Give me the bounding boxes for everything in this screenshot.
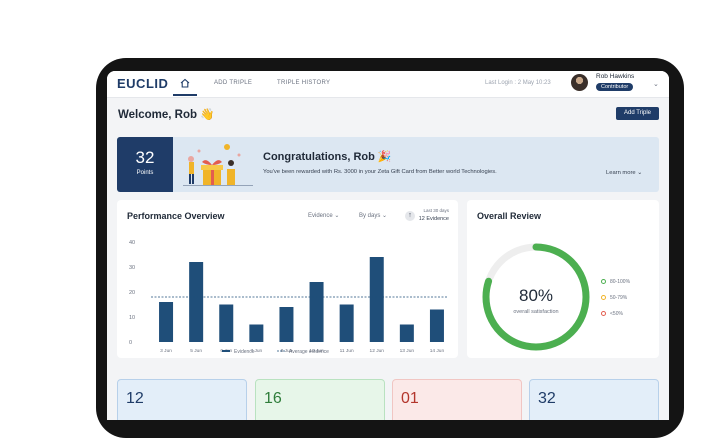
legend-dot-low xyxy=(601,311,606,316)
home-icon xyxy=(180,78,190,88)
legend-evidence-swatch xyxy=(222,350,230,352)
user-avatar[interactable] xyxy=(571,74,588,91)
last-login-text: Last Login : 2 May 10:23 xyxy=(485,80,551,86)
performance-title: Performance Overview xyxy=(127,211,225,221)
stat-value: 01 xyxy=(401,390,419,407)
range-label: Last 30 days xyxy=(423,208,449,213)
legend-dot-high xyxy=(601,279,606,284)
stat-value: 32 xyxy=(538,390,556,407)
stat-value: 16 xyxy=(264,390,282,407)
satisfaction-caption: overall satisfaction xyxy=(513,309,558,315)
legend-evidence-label: Evidence xyxy=(234,349,255,355)
performance-overview-card: Performance Overview Evidence ⌄ By days … xyxy=(117,200,458,358)
chart-bar xyxy=(339,304,354,342)
satisfaction-ring: 80% overall satisfaction xyxy=(482,243,590,351)
top-navigation-bar: EUCLID ADD TRIPLE TRIPLE HISTORY Last Lo… xyxy=(107,71,669,98)
points-value: 32 xyxy=(135,148,155,167)
app-screen: EUCLID ADD TRIPLE TRIPLE HISTORY Last Lo… xyxy=(107,71,669,420)
stat-value: 12 xyxy=(126,390,144,407)
chart-bar xyxy=(429,309,444,342)
chevron-down-icon[interactable]: ⌄ xyxy=(653,80,659,88)
chart-bar xyxy=(189,262,204,342)
x-tick-label: 3 Jun xyxy=(160,348,172,354)
period-dropdown-value: By days xyxy=(359,213,381,219)
overall-review-card: Overall Review 80% overall satisfaction … xyxy=(467,200,659,358)
stat-card-2[interactable]: 16 xyxy=(255,379,385,420)
reward-message: You've been rewarded with Rs. 3000 in yo… xyxy=(263,169,497,175)
legend-low-label: <50% xyxy=(610,311,623,317)
legend-mid-label: 50-79% xyxy=(610,295,628,301)
learn-more-label: Learn more xyxy=(606,170,636,176)
chart-bar xyxy=(369,257,384,342)
nav-triple-history[interactable]: TRIPLE HISTORY xyxy=(277,80,330,86)
sort-arrow-icon[interactable]: ↑ xyxy=(405,211,415,221)
x-tick-label: 12 Jun xyxy=(370,348,385,354)
app-logo[interactable]: EUCLID xyxy=(117,76,168,91)
x-tick-label: 14 Jun xyxy=(430,348,445,354)
chart-bar xyxy=(249,324,264,342)
performance-bar-chart: 0102030403 Jun5 Jun6 Jun7 Jun8 Jun10 Jun… xyxy=(129,240,448,355)
y-tick-label: 10 xyxy=(129,315,135,321)
chart-bar xyxy=(159,302,174,342)
x-tick-label: 13 Jun xyxy=(400,348,415,354)
home-tab[interactable] xyxy=(173,74,197,96)
range-value: 12 Evidence xyxy=(418,216,449,222)
x-tick-label: 5 Jun xyxy=(190,348,202,354)
gift-illustration-icon xyxy=(183,144,253,186)
y-tick-label: 0 xyxy=(129,340,132,346)
points-box: 32 Points xyxy=(117,137,173,192)
satisfaction-percent: 80% xyxy=(519,286,553,305)
points-label: Points xyxy=(136,170,154,176)
chart-bar xyxy=(279,307,294,342)
chart-bar xyxy=(399,324,414,342)
y-tick-label: 30 xyxy=(129,265,135,271)
reward-banner: 32 Points Congratulations, Rob 🎉 You've … xyxy=(117,137,659,192)
chevron-down-icon: ⌄ xyxy=(382,213,388,219)
metric-dropdown[interactable]: Evidence ⌄ xyxy=(308,212,339,219)
y-tick-label: 20 xyxy=(129,290,135,296)
chevron-down-icon: ⌄ xyxy=(637,170,643,176)
period-dropdown[interactable]: By days ⌄ xyxy=(359,212,387,219)
nav-add-triple[interactable]: ADD TRIPLE xyxy=(214,80,252,86)
congrats-title: Congratulations, Rob 🎉 xyxy=(263,151,392,163)
x-tick-label: 11 Jun xyxy=(340,348,354,354)
chevron-down-icon: ⌄ xyxy=(334,213,340,219)
user-name: Rob Hawkins xyxy=(596,73,635,80)
legend-average-label: Average evidence xyxy=(289,349,329,355)
add-triple-button[interactable]: Add Triple xyxy=(616,107,659,120)
chart-bar xyxy=(309,282,324,342)
welcome-heading: Welcome, Rob 👋 xyxy=(118,109,215,121)
y-tick-label: 40 xyxy=(129,240,135,246)
review-title: Overall Review xyxy=(477,211,542,221)
chart-bar xyxy=(219,304,234,342)
learn-more-link[interactable]: Learn more ⌄ xyxy=(606,170,642,176)
stat-card-3[interactable]: 01 xyxy=(392,379,522,420)
metric-dropdown-value: Evidence xyxy=(308,213,333,219)
user-role-badge: Contributor xyxy=(596,83,634,91)
stat-card-4[interactable]: 32 xyxy=(529,379,659,420)
legend-high-label: 80-100% xyxy=(610,279,631,285)
legend-dot-mid xyxy=(601,295,606,300)
stat-card-1[interactable]: 12 xyxy=(117,379,247,420)
